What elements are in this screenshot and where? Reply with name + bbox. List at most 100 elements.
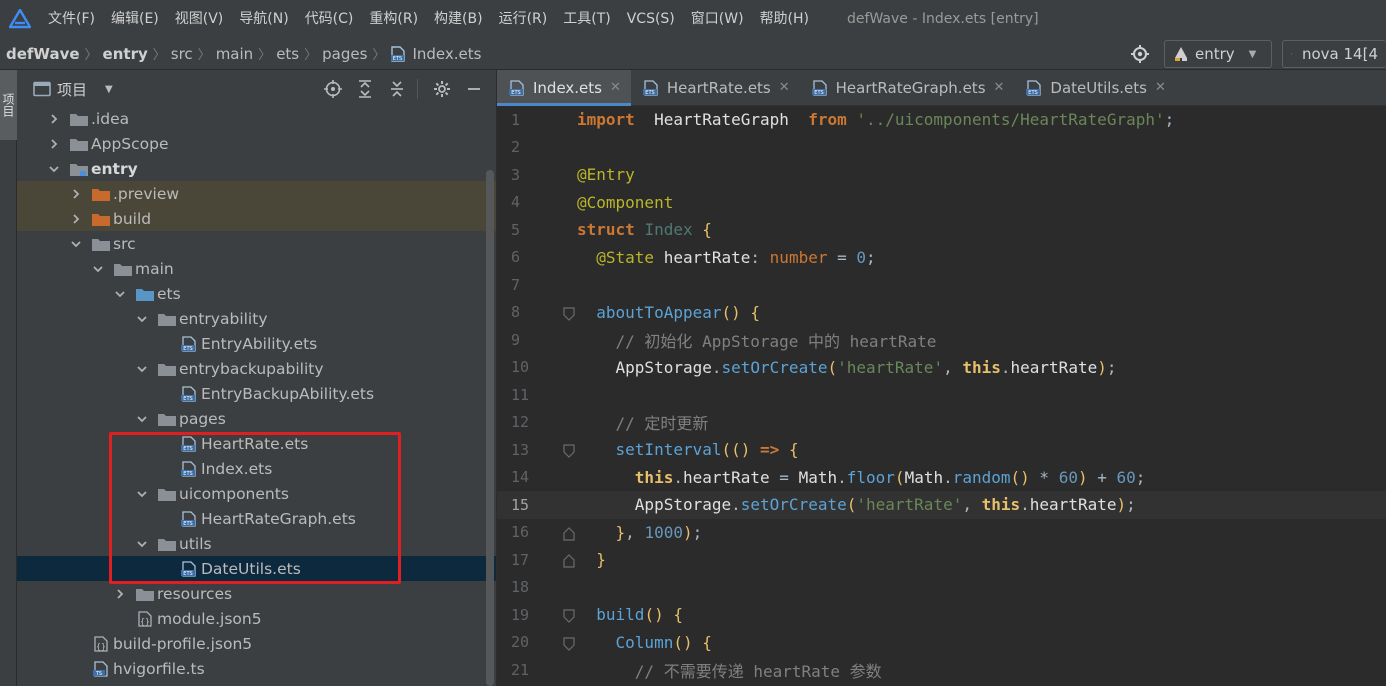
breadcrumb-item[interactable]: entry — [103, 45, 148, 63]
tree-scrollbar[interactable] — [486, 170, 494, 686]
code-line[interactable]: 4 @Component — [497, 189, 1386, 217]
collapse-all-icon[interactable] — [383, 75, 411, 103]
menu-item[interactable]: 代码(C) — [297, 0, 362, 38]
view-mode-dropdown-icon[interactable]: ▼ — [105, 84, 113, 95]
tree-item[interactable]: ETS EntryAbility.ets — [17, 331, 496, 356]
code-line[interactable]: 16 }, 1000); — [497, 519, 1386, 547]
tree-item[interactable]: utils — [17, 531, 496, 556]
code-line[interactable]: 13 setInterval(() => { — [497, 436, 1386, 464]
tree-item[interactable]: build — [17, 206, 496, 231]
tree-item[interactable]: ETS HeartRate.ets — [17, 431, 496, 456]
fold-open-icon[interactable] — [563, 608, 575, 623]
menu-item[interactable]: 构建(B) — [426, 0, 491, 38]
menu-item[interactable]: 编辑(E) — [103, 0, 167, 38]
chevron-down-icon[interactable] — [113, 287, 127, 301]
gear-icon[interactable] — [428, 75, 456, 103]
chevron-down-icon[interactable] — [135, 362, 149, 376]
project-tool-tab[interactable]: 项目 — [0, 70, 17, 140]
menu-item[interactable]: 文件(F) — [40, 0, 103, 38]
breadcrumb-item[interactable]: pages — [322, 45, 367, 63]
tree-item[interactable]: main — [17, 256, 496, 281]
code-line[interactable]: 20 Column() { — [497, 629, 1386, 657]
code-line[interactable]: 19 build() { — [497, 601, 1386, 629]
tree-item[interactable]: {} build-profile.json5 — [17, 631, 496, 656]
close-icon[interactable]: ✕ — [610, 80, 621, 95]
chevron-right-icon[interactable] — [113, 587, 127, 601]
tree-item[interactable]: uicomponents — [17, 481, 496, 506]
tree-item[interactable]: resources — [17, 581, 496, 606]
code-line[interactable]: 18 — [497, 574, 1386, 602]
device-dropdown[interactable]: nova 14[4 — [1282, 40, 1386, 68]
menu-item[interactable]: 导航(N) — [231, 0, 296, 38]
tree-item[interactable]: ETS EntryBackupAbility.ets — [17, 381, 496, 406]
menu-item[interactable]: 工具(T) — [555, 0, 618, 38]
app-logo-icon[interactable] — [0, 0, 40, 38]
breadcrumb-item[interactable]: main — [216, 45, 253, 63]
tree-item[interactable]: src — [17, 231, 496, 256]
breadcrumb-item[interactable]: ets — [276, 45, 299, 63]
code-area[interactable]: 1 import HeartRateGraph from '../uicompon… — [497, 106, 1386, 686]
fold-open-icon[interactable] — [563, 443, 575, 458]
chevron-right-icon[interactable] — [47, 137, 61, 151]
target-icon[interactable] — [1126, 40, 1154, 68]
tree-item[interactable]: ETS Index.ets — [17, 456, 496, 481]
tree-item[interactable]: entry — [17, 156, 496, 181]
close-icon[interactable]: ✕ — [779, 80, 790, 95]
code-line[interactable]: 12 // 定时更新 — [497, 409, 1386, 437]
chevron-right-icon[interactable] — [69, 187, 83, 201]
code-line[interactable]: 17 } — [497, 546, 1386, 574]
code-line[interactable]: 11 — [497, 381, 1386, 409]
menu-item[interactable]: 帮助(H) — [752, 0, 817, 38]
tree-item[interactable]: .preview — [17, 181, 496, 206]
hide-panel-icon[interactable] — [460, 75, 488, 103]
fold-open-icon[interactable] — [563, 306, 575, 321]
chevron-right-icon[interactable] — [69, 212, 83, 226]
editor-tab[interactable]: ETS HeartRate.ets ✕ — [631, 70, 800, 105]
editor-tab[interactable]: ETS Index.ets ✕ — [497, 70, 631, 106]
menu-item[interactable]: 重构(R) — [361, 0, 426, 38]
chevron-right-icon[interactable] — [47, 112, 61, 126]
breadcrumb-item[interactable]: defWave — [6, 45, 80, 63]
tree-item[interactable]: ets — [17, 281, 496, 306]
chevron-down-icon[interactable] — [135, 537, 149, 551]
code-line[interactable]: 7 — [497, 271, 1386, 299]
editor-tab[interactable]: ETS DateUtils.ets ✕ — [1014, 70, 1175, 105]
tree-item[interactable]: entrybackupability — [17, 356, 496, 381]
fold-end-icon[interactable] — [563, 526, 575, 541]
expand-all-icon[interactable] — [351, 75, 379, 103]
menu-item[interactable]: 窗口(W) — [683, 0, 752, 38]
run-config-dropdown[interactable]: entry ▼ — [1164, 40, 1272, 68]
menu-item[interactable]: 视图(V) — [167, 0, 232, 38]
tree-item[interactable]: AppScope — [17, 131, 496, 156]
code-line[interactable]: 6 @State heartRate: number = 0; — [497, 244, 1386, 272]
code-line[interactable]: 2 — [497, 134, 1386, 162]
tree-item[interactable]: ETS DateUtils.ets — [17, 556, 496, 581]
chevron-down-icon[interactable] — [135, 487, 149, 501]
tree-item[interactable]: entryability — [17, 306, 496, 331]
chevron-down-icon[interactable] — [135, 312, 149, 326]
chevron-down-icon[interactable] — [91, 262, 105, 276]
editor-tab[interactable]: ETS HeartRateGraph.ets ✕ — [800, 70, 1015, 105]
code-line[interactable]: 8 aboutToAppear() { — [497, 299, 1386, 327]
code-line[interactable]: 15 AppStorage.setOrCreate('heartRate', t… — [497, 491, 1386, 519]
chevron-down-icon[interactable] — [69, 237, 83, 251]
code-line[interactable]: 9 // 初始化 AppStorage 中的 heartRate — [497, 326, 1386, 354]
code-line[interactable]: 10 AppStorage.setOrCreate('heartRate', t… — [497, 354, 1386, 382]
close-icon[interactable]: ✕ — [1155, 80, 1166, 95]
tree-item[interactable]: pages — [17, 406, 496, 431]
fold-open-icon[interactable] — [563, 636, 575, 651]
locate-file-icon[interactable] — [319, 75, 347, 103]
chevron-down-icon[interactable] — [135, 412, 149, 426]
close-icon[interactable]: ✕ — [994, 80, 1005, 95]
code-line[interactable]: 21 // 不需要传递 heartRate 参数 — [497, 656, 1386, 684]
tree-item[interactable]: ETS HeartRateGraph.ets — [17, 506, 496, 531]
menu-item[interactable]: 运行(R) — [491, 0, 556, 38]
breadcrumb-item[interactable]: Index.ets — [412, 45, 481, 63]
breadcrumb-item[interactable]: src — [171, 45, 193, 63]
tree-item[interactable]: .idea — [17, 106, 496, 131]
code-line[interactable]: 5 struct Index { — [497, 216, 1386, 244]
fold-end-icon[interactable] — [563, 553, 575, 568]
tree-item[interactable]: {} module.json5 — [17, 606, 496, 631]
tree-item[interactable]: TS hvigorfile.ts — [17, 656, 496, 681]
chevron-down-icon[interactable] — [47, 162, 61, 176]
